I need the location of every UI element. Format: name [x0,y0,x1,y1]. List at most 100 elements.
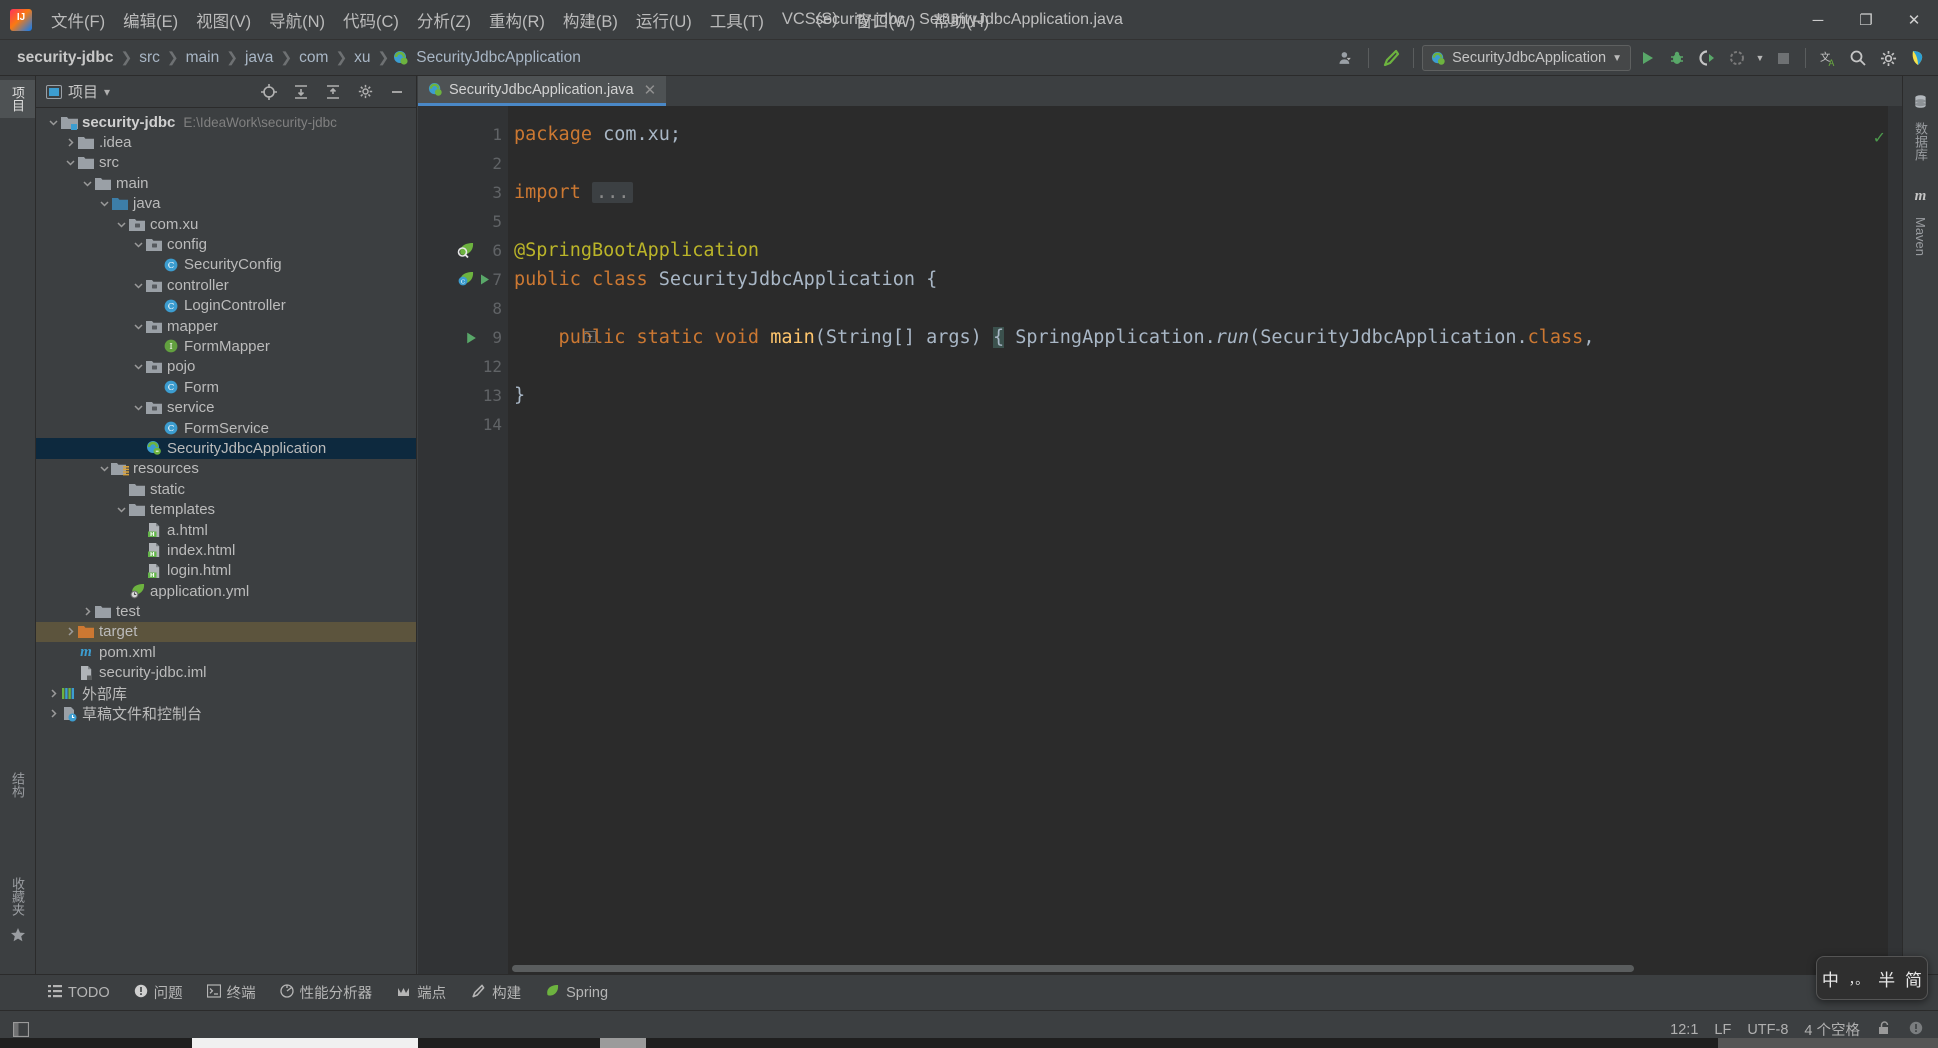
tree-node-formmapper[interactable]: I FormMapper [36,336,416,356]
project-tree[interactable]: security-jdbc E:\IdeaWork\security-jdbc .i… [36,108,416,974]
code-line[interactable]: } [508,381,1902,410]
editor-body[interactable]: 123567C89121314 package com.xu;+import .… [418,106,1902,974]
code-line[interactable]: public class SecurityJdbcApplication { [508,265,1902,294]
breadcrumb-item-project[interactable]: security-jdbc [14,47,116,69]
tool-window-build[interactable]: 构建 [458,978,533,1007]
tool-window-database[interactable]: 数据库 [1903,116,1938,167]
run-with-coverage-button[interactable] [1693,44,1721,72]
build-hammer-icon[interactable] [1377,44,1405,72]
menu-vcs[interactable]: VCS(S) [773,6,847,33]
lock-icon[interactable] [1876,1020,1892,1040]
editor-horizontal-scrollbar[interactable] [508,962,1886,974]
menu-file[interactable]: 文件(F) [42,4,114,36]
chevron-right-icon[interactable] [46,707,60,721]
chevron-down-icon[interactable] [131,360,145,374]
tree-node-config[interactable]: config [36,234,416,254]
menu-build[interactable]: 构建(B) [554,4,627,36]
tree-node-pojo[interactable]: pojo [36,357,416,377]
gutter-line-number[interactable]: 2 [418,149,508,178]
run-button[interactable] [1633,44,1661,72]
tool-window-endpoints[interactable]: 端点 [384,978,458,1007]
menu-run[interactable]: 运行(U) [627,4,701,36]
code-line[interactable]: + public static void main (String[] args)… [508,323,1902,352]
ime-punctuation[interactable]: ，。 [1849,969,1869,988]
editor-gutter[interactable]: 1 2 3 5 6 7 C 8 9 12 13 14 [418,106,508,974]
tool-window-maven[interactable]: Maven [1903,211,1938,262]
tree-node-securityconfig[interactable]: C SecurityConfig [36,255,416,275]
spring-bean-gutter-icon[interactable] [456,241,502,261]
tree-node-target[interactable]: target [36,621,416,643]
menu-window[interactable]: 窗口(W) [847,4,925,36]
chevron-down-icon[interactable] [131,278,145,292]
code-line[interactable] [508,149,1902,178]
editor-marker-bar[interactable] [1888,106,1902,974]
minimize-button[interactable]: ─ [1794,0,1842,40]
tree-node-idea[interactable]: .idea [36,132,416,152]
tree-node-logincontroller[interactable]: C LoginController [36,296,416,316]
settings-gear-icon[interactable] [1874,44,1902,72]
expand-all-icon[interactable] [288,79,314,105]
tool-window-todo[interactable]: TODO [36,980,122,1006]
tool-window-favorites[interactable]: 收藏夹 [0,871,35,922]
breadcrumb-item-java[interactable]: java [242,47,276,69]
spring-run-gutter-icons[interactable]: C [456,270,502,290]
code-line[interactable]: package com.xu; [508,120,1902,149]
tree-node-java[interactable]: java [36,194,416,214]
gutter-line-number[interactable]: 5 [418,207,508,236]
chevron-right-icon[interactable] [80,605,94,619]
chevron-down-icon[interactable]: ▼ [1753,44,1767,72]
chevron-down-icon[interactable] [46,115,60,129]
chevron-down-icon[interactable] [97,197,111,211]
tree-node-formservice[interactable]: C FormService [36,418,416,438]
profile-button[interactable] [1723,44,1751,72]
tree-node-pom-xml[interactable]: m pom.xml [36,642,416,662]
gutter-line-number[interactable]: 13 [418,381,508,410]
chevron-down-icon[interactable] [114,503,128,517]
tree-node-main[interactable]: main [36,173,416,193]
tree-node-security-jdbc-iml[interactable]: security-jdbc.iml [36,663,416,683]
chevron-down-icon[interactable] [131,238,145,252]
ide-assistant-icon[interactable] [1904,44,1932,72]
gutter-line-number[interactable]: 9 [418,323,508,352]
chevron-down-icon[interactable] [131,319,145,333]
gutter-line-number[interactable]: 1 [418,120,508,149]
collapse-all-icon[interactable] [320,79,346,105]
tree-node-templates[interactable]: templates [36,499,416,519]
tree-node-index-html[interactable]: Hindex.html [36,540,416,560]
fold-toggle-icon[interactable]: + [584,331,596,343]
breadcrumb-item-xu[interactable]: xu [351,47,373,69]
search-everywhere-icon[interactable] [1844,44,1872,72]
editor-code[interactable]: package com.xu;+import ...@SpringBootApp… [508,106,1902,974]
code-line[interactable]: @SpringBootApplication [508,236,1902,265]
chevron-right-icon[interactable] [63,625,77,639]
menu-tools[interactable]: 工具(T) [701,4,773,36]
chevron-down-icon[interactable] [131,401,145,415]
ime-width[interactable]: 半 [1878,966,1895,991]
tool-window-profiler[interactable]: 性能分析器 [268,978,385,1007]
tree-node-test[interactable]: test [36,601,416,621]
close-button[interactable]: ✕ [1890,0,1938,40]
tool-window-spring[interactable]: Spring [533,980,620,1006]
tree-node-com-xu[interactable]: com.xu [36,214,416,234]
breadcrumb-item-class[interactable]: SecurityJdbcApplication [413,47,584,69]
close-icon[interactable]: ✕ [644,81,657,99]
run-gutter-icon[interactable] [464,328,510,348]
stop-button[interactable] [1769,44,1797,72]
chevron-down-icon[interactable] [80,176,94,190]
chevron-down-icon[interactable] [63,156,77,170]
tree-node-application-yml[interactable]: application.yml [36,581,416,601]
select-opened-file-icon[interactable] [256,79,282,105]
menu-analyze[interactable]: 分析(Z) [408,4,480,36]
tree-node-[interactable]: 草稿文件和控制台 [36,703,416,723]
tree-node-securityjdbcapplication[interactable]: SecurityJdbcApplication [36,438,416,459]
gutter-line-number[interactable]: 3 [418,178,508,207]
tree-node-a-html[interactable]: Ha.html [36,520,416,540]
user-settings-icon[interactable] [1332,44,1360,72]
gutter-line-number[interactable]: 6 [418,236,508,265]
tool-window-structure[interactable]: 结构 [0,766,35,804]
ime-status-popup[interactable]: 中 ，。 半 简 [1816,956,1928,1000]
breadcrumb-item-src[interactable]: src [136,47,163,69]
tool-window-project[interactable]: 项目 [0,80,35,118]
tree-node-src[interactable]: src [36,153,416,173]
tree-node-service[interactable]: service [36,397,416,417]
